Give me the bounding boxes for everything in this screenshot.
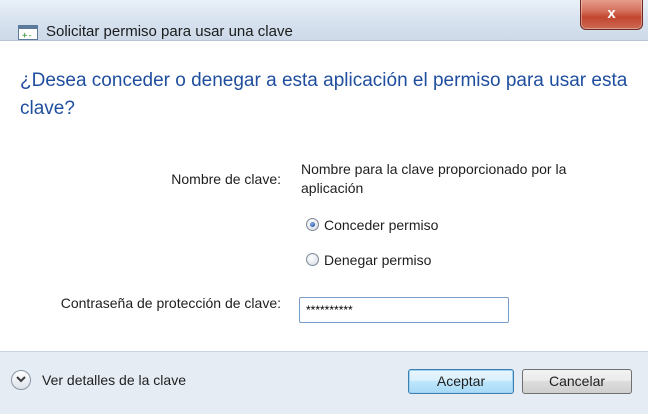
- password-label: Contraseña de protección de clave:: [60, 295, 281, 311]
- accept-button[interactable]: Aceptar: [408, 369, 514, 394]
- radio-selected-icon[interactable]: [306, 218, 319, 231]
- expand-details-button[interactable]: [11, 370, 31, 390]
- key-name-value: Nombre para la clave proporcionado por l…: [301, 161, 567, 196]
- password-field[interactable]: [299, 297, 509, 323]
- deny-permission-radio[interactable]: Denegar permiso: [306, 250, 466, 270]
- grant-permission-label[interactable]: Conceder permiso: [324, 215, 438, 235]
- window-title: Solicitar permiso para usar una clave: [46, 23, 293, 40]
- chevron-down-icon: [16, 376, 26, 383]
- key-name-label: Nombre de clave:: [171, 171, 281, 187]
- deny-permission-label[interactable]: Denegar permiso: [324, 250, 431, 270]
- title-bar: +- Solicitar permiso para usar una clave…: [0, 0, 648, 41]
- close-button[interactable]: x: [580, 0, 643, 30]
- cancel-button[interactable]: Cancelar: [522, 369, 632, 394]
- dialog-content: ¿Desea conceder o denegar a esta aplicac…: [0, 41, 648, 351]
- details-label[interactable]: Ver detalles de la clave: [42, 370, 186, 390]
- key-window-icon: +-: [18, 25, 38, 41]
- footer-divider: [0, 351, 648, 352]
- permission-question: ¿Desea conceder o denegar a esta aplicac…: [20, 70, 628, 119]
- grant-permission-radio[interactable]: Conceder permiso: [306, 215, 466, 235]
- radio-unselected-icon[interactable]: [306, 253, 319, 266]
